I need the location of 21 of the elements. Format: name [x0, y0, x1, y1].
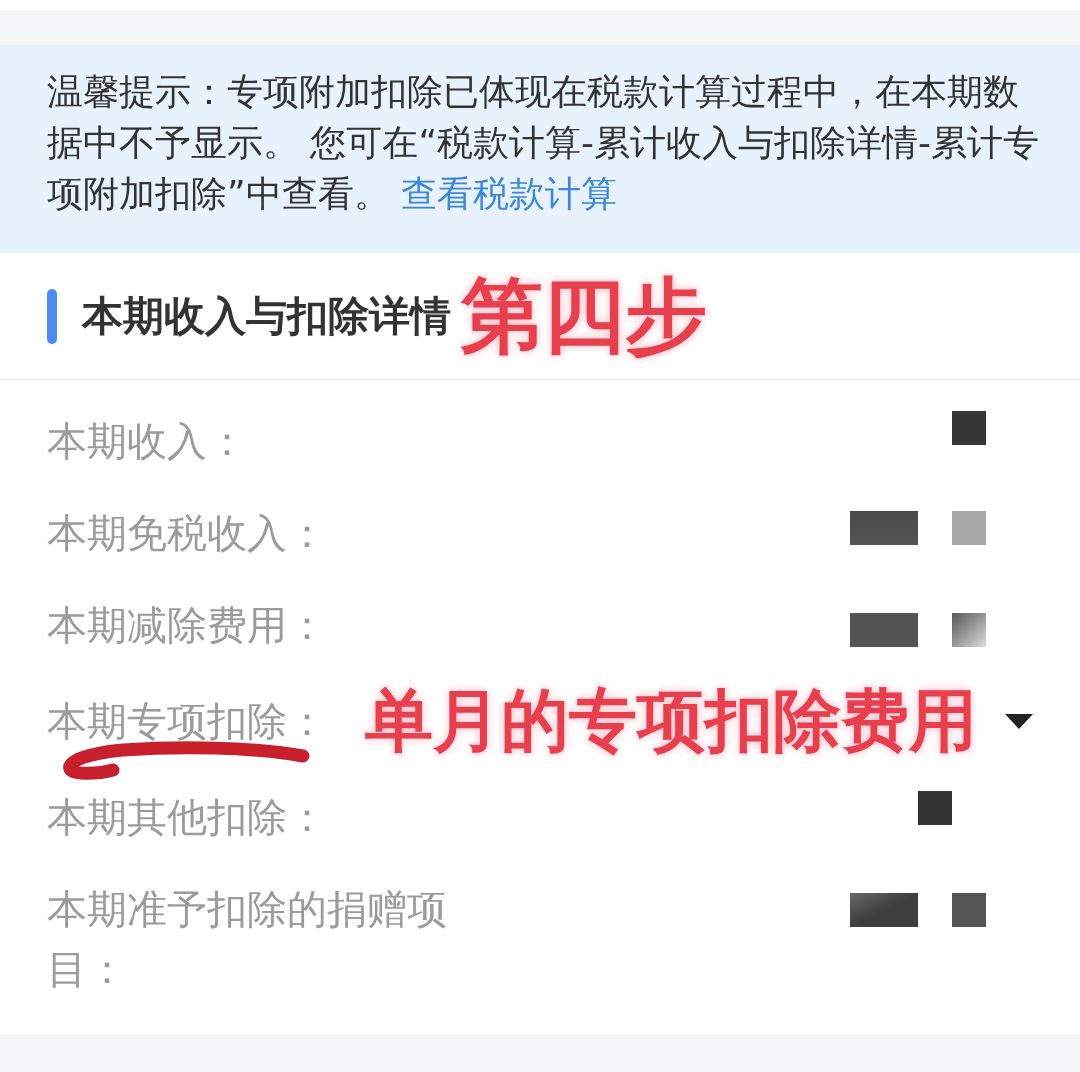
row-label: 本期减除费用： [47, 601, 327, 650]
section-title: 本期收入与扣除详情 [82, 295, 451, 337]
redaction-block [952, 511, 986, 545]
row-label: 本期专项扣除： [47, 697, 327, 746]
row-label: 本期收入： [47, 417, 247, 466]
view-tax-calculation-link[interactable]: 查看税款计算 [401, 173, 618, 214]
redaction-block [952, 613, 986, 647]
redaction-block [850, 511, 918, 545]
accent-bar-icon [47, 288, 57, 344]
step-annotation: 第四步 [461, 275, 707, 357]
redaction-block [850, 613, 918, 647]
row-label: 本期其他扣除： [47, 793, 327, 842]
annotation-text: 单月的专项扣除费用 [365, 687, 977, 755]
redaction-block [918, 791, 952, 825]
caret-icon[interactable] [1005, 713, 1033, 729]
row-label: 本期准予扣除的捐赠项目： [47, 885, 448, 994]
redaction-block [850, 893, 918, 927]
row-label: 本期免税收入： [47, 509, 327, 558]
redaction-block [952, 893, 986, 927]
notice-text: 温馨提示：专项附加扣除已体现在税款计算过程中，在本期数据中不予显示。 您可在“税款计算-累计收入与扣除详情-累计专项附加扣除”中查看。 查看税款计算 [47, 70, 1041, 216]
redaction-block [952, 411, 986, 445]
